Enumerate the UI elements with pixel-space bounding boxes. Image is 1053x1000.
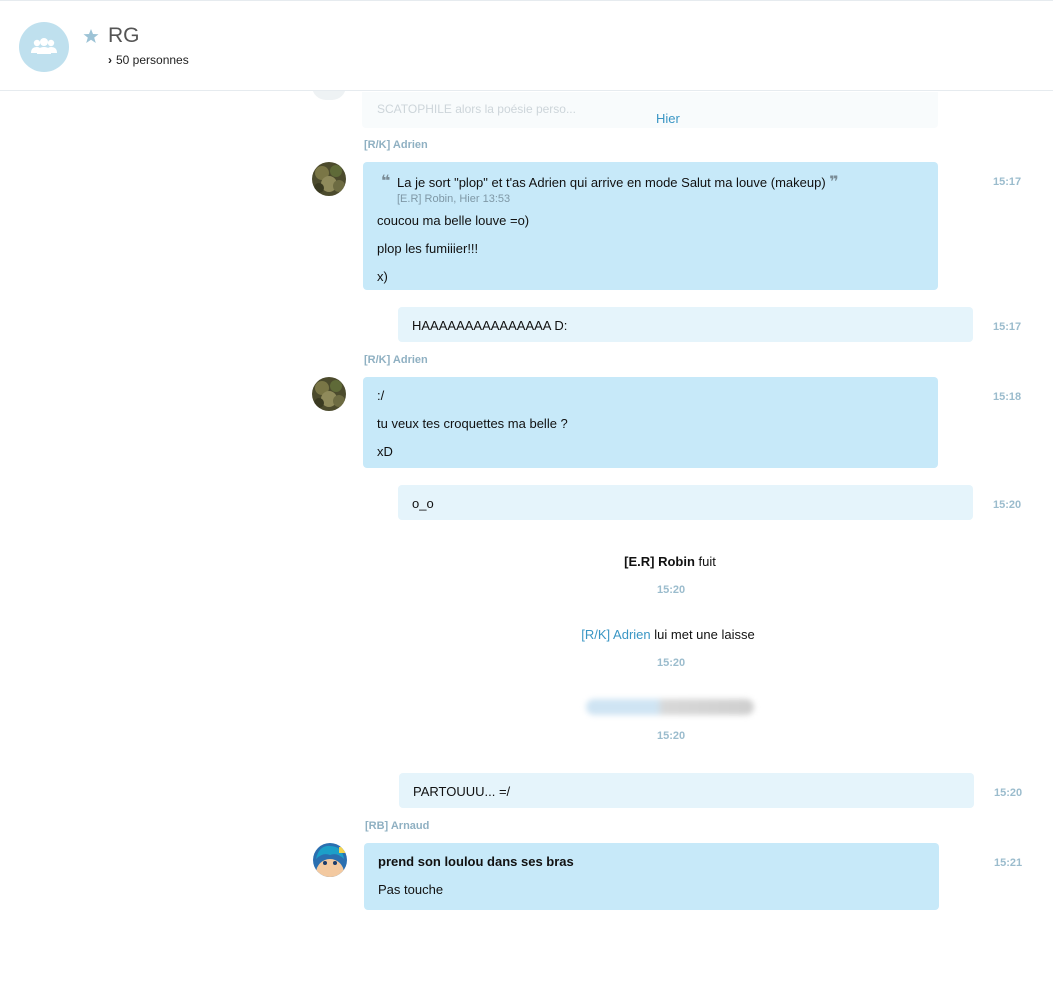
event-actor-prefix[interactable]: [E.R]: [624, 554, 654, 569]
message-bubble[interactable]: prend son loulou dans ses bras Pas touch…: [364, 843, 939, 910]
conversation-title[interactable]: RG: [108, 24, 140, 48]
message-line: plop les fumiiier!!!: [377, 241, 479, 256]
message-line: o_o: [412, 496, 434, 511]
message-line: tu veux tes croquettes ma belle ?: [377, 416, 568, 431]
avatar[interactable]: [312, 377, 346, 411]
faded-message-text: SCATOPHILE alors la poésie perso...: [377, 102, 576, 116]
message-line: x): [377, 269, 388, 284]
chevron-right-icon: ›: [108, 53, 112, 67]
message-line: :/: [377, 388, 385, 403]
message-timestamp: 15:20: [994, 787, 1023, 799]
quoted-message: ❝ La je sort "plop" et t'as Adrien qui a…: [377, 172, 924, 205]
message-action-line: prend son loulou dans ses bras: [378, 854, 574, 869]
participants-count: 50 personnes: [116, 53, 189, 67]
message-timestamp: 15:21: [994, 857, 1023, 869]
message-line: HAAAAAAAAAAAAAAA D:: [412, 318, 568, 333]
event-timestamp: 15:20: [657, 657, 686, 669]
system-event: [R/K] Adrien lui met une laisse: [0, 626, 1053, 644]
message-line: Pas touche: [378, 882, 444, 897]
message-line: coucou ma belle louve =o): [377, 213, 530, 228]
redacted-text: [586, 698, 754, 715]
quote-meta: [E.R] Robin, Hier 13:53: [397, 193, 511, 205]
message-bubble[interactable]: :/ tu veux tes croquettes ma belle ? xD: [363, 377, 938, 468]
own-message-bubble[interactable]: HAAAAAAAAAAAAAAA D:: [398, 307, 973, 342]
avatar[interactable]: [313, 843, 347, 877]
message-line: PARTOUUU... =/: [413, 784, 511, 799]
message-sender[interactable]: [R/K] Adrien: [364, 139, 428, 151]
message-bubble[interactable]: ❝ La je sort "plop" et t'as Adrien qui a…: [363, 162, 938, 290]
message-timestamp: 15:18: [993, 391, 1022, 403]
event-timestamp: 15:20: [657, 584, 686, 596]
blurred-event-text: [586, 698, 754, 716]
favorite-star-icon[interactable]: [83, 28, 99, 44]
avatar[interactable]: [312, 162, 346, 196]
quote-close-icon: ❞: [829, 174, 839, 191]
quote-open-icon: ❝: [381, 173, 391, 190]
event-actor-link[interactable]: [R/K] Adrien: [581, 627, 650, 642]
quote-text: La je sort "plop" et t'as Adrien qui arr…: [397, 175, 826, 190]
own-message-bubble[interactable]: PARTOUUU... =/: [399, 773, 974, 808]
conversation-header: RG › 50 personnes: [0, 0, 1053, 91]
own-message-bubble[interactable]: o_o: [398, 485, 973, 520]
day-separator: Hier: [656, 111, 680, 126]
message-sender[interactable]: [R/K] Adrien: [364, 354, 428, 366]
message-timestamp: 15:17: [993, 176, 1022, 188]
message-timestamp: 15:20: [993, 499, 1022, 511]
event-actor-name[interactable]: Robin: [658, 554, 695, 569]
message-timestamp: 15:17: [993, 321, 1022, 333]
event-timestamp: 15:20: [657, 730, 686, 742]
group-avatar[interactable]: [19, 22, 69, 72]
participants-link[interactable]: › 50 personnes: [108, 53, 189, 67]
system-event: [E.R] Robin fuit: [0, 553, 1053, 571]
message-line: xD: [377, 444, 393, 459]
event-action: lui met une laisse: [654, 627, 755, 642]
message-sender[interactable]: [RB] Arnaud: [365, 820, 429, 832]
group-people-icon: [31, 38, 57, 54]
event-action: fuit: [698, 554, 716, 569]
